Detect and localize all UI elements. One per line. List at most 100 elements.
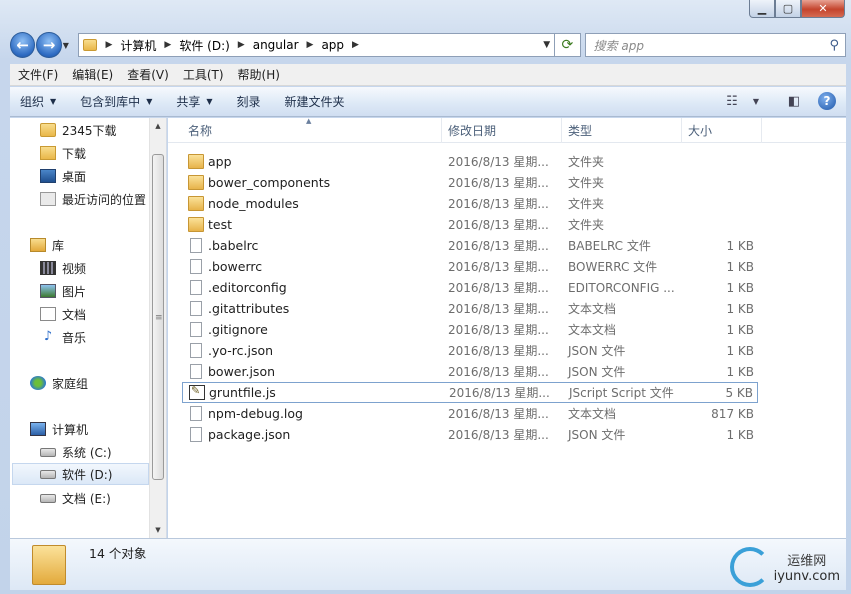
file-date: 2016/8/13 星期... [448, 302, 549, 316]
file-row[interactable]: app 2016/8/13 星期... 文件夹 [182, 151, 758, 172]
file-icon [190, 280, 202, 295]
file-row[interactable]: .editorconfig 2016/8/13 星期... EDITORCONFIG… [182, 277, 758, 298]
scrollbar-thumb[interactable]: ≡ [152, 154, 164, 480]
file-row[interactable]: bower.json 2016/8/13 星期... JSON 文件 1 KB [182, 361, 758, 382]
new-folder-button[interactable]: 新建文件夹 [285, 93, 345, 110]
menu-bar: 文件(F) 编辑(E) 查看(V) 工具(T) 帮助(H) [10, 64, 846, 86]
breadcrumb-end[interactable]: ▶ [344, 40, 367, 50]
file-row[interactable]: .gitignore 2016/8/13 星期... 文本文档 1 KB [182, 319, 758, 340]
breadcrumb-separator-icon[interactable]: ▶ [238, 40, 245, 50]
search-placeholder: 搜索 app [593, 38, 644, 53]
file-date: 2016/8/13 星期... [449, 386, 550, 400]
view-options-chevron-down-icon[interactable]: ▼ [746, 91, 766, 111]
file-type: JSON 文件 [568, 428, 626, 442]
file-name: bower_components [208, 175, 331, 190]
navigation-scrollbar[interactable]: ▲ ≡ ▼ [149, 118, 166, 538]
breadcrumb-computer[interactable]: ▶ 计算机 [97, 37, 156, 54]
file-row[interactable]: npm-debug.log 2016/8/13 星期... 文本文档 817 KB [182, 403, 758, 424]
breadcrumb-angular[interactable]: ▶ angular [230, 38, 299, 52]
file-size: 1 KB [726, 259, 754, 274]
breadcrumb-separator-icon[interactable]: ▶ [164, 40, 171, 50]
breadcrumb-separator-icon[interactable]: ▶ [307, 40, 314, 50]
file-name: test [208, 217, 233, 232]
address-bar[interactable]: ▶ 计算机 ▶ 软件 (D:) ▶ angular ▶ app ▶ ▼ [78, 33, 556, 57]
chevron-down-icon: ▼ [206, 97, 213, 106]
menu-tools[interactable]: 工具(T) [183, 66, 224, 83]
file-type: JSON 文件 [568, 365, 626, 379]
column-type[interactable]: 类型 [562, 118, 682, 143]
folder-icon [188, 196, 204, 211]
watermark-logo-icon [729, 547, 770, 587]
file-row[interactable]: bower_components 2016/8/13 星期... 文件夹 [182, 172, 758, 193]
file-row[interactable]: .babelrc 2016/8/13 星期... BABELRC 文件 1 KB [182, 235, 758, 256]
file-date: 2016/8/13 星期... [448, 428, 549, 442]
scroll-up-icon[interactable]: ▲ [150, 118, 166, 134]
folder-icon [188, 175, 204, 190]
breadcrumb-separator-icon[interactable]: ▶ [352, 40, 359, 50]
drive-icon [40, 493, 56, 503]
file-type: BOWERRC 文件 [568, 260, 658, 274]
nav-item-drive-d[interactable]: 软件 (D:) [12, 463, 149, 485]
file-icon [190, 364, 202, 379]
close-icon[interactable]: ✕ [801, 0, 845, 18]
file-date: 2016/8/13 星期... [448, 155, 549, 169]
breadcrumb-separator-icon[interactable]: ▶ [105, 40, 112, 50]
folder-icon [40, 123, 56, 137]
address-history-chevron-down-icon[interactable]: ▼ [543, 40, 550, 50]
burn-button[interactable]: 刻录 [237, 93, 261, 110]
organize-button[interactable]: 组织 ▼ [20, 93, 56, 110]
menu-help[interactable]: 帮助(H) [238, 66, 280, 83]
minimize-icon[interactable]: ▁ [749, 0, 775, 18]
maximize-icon[interactable]: ▢ [775, 0, 801, 18]
file-row[interactable]: test 2016/8/13 星期... 文件夹 [182, 214, 758, 235]
search-input[interactable]: 搜索 app ⚲ [584, 33, 846, 57]
document-icon [40, 307, 56, 321]
refresh-icon[interactable]: ⟳ [555, 33, 581, 57]
file-icon [190, 259, 202, 274]
file-date: 2016/8/13 星期... [448, 323, 549, 337]
file-size: 1 KB [726, 238, 754, 253]
file-name: npm-debug.log [208, 406, 303, 421]
item-count: 14 个对象 [89, 546, 147, 561]
help-icon[interactable]: ? [818, 92, 836, 110]
file-name: gruntfile.js [209, 385, 276, 400]
watermark: 运维网 iyunv.com [729, 547, 840, 587]
breadcrumb-app[interactable]: ▶ app [299, 38, 345, 52]
file-row[interactable]: .gitattributes 2016/8/13 星期... 文本文档 1 KB [182, 298, 758, 319]
search-icon[interactable]: ⚲ [829, 38, 839, 53]
breadcrumb-drive-d[interactable]: ▶ 软件 (D:) [156, 37, 229, 54]
column-name[interactable]: 名称 [182, 118, 442, 143]
drive-icon [40, 469, 56, 479]
file-date: 2016/8/13 星期... [448, 197, 549, 211]
file-size: 1 KB [726, 301, 754, 316]
file-date: 2016/8/13 星期... [448, 218, 549, 232]
video-icon [40, 261, 56, 275]
file-row[interactable]: .yo-rc.json 2016/8/13 星期... JSON 文件 1 KB [182, 340, 758, 361]
menu-view[interactable]: 查看(V) [127, 66, 169, 83]
file-size: 5 KB [725, 385, 753, 400]
file-row[interactable]: package.json 2016/8/13 星期... JSON 文件 1 KB [182, 424, 758, 445]
scroll-down-icon[interactable]: ▼ [150, 522, 166, 538]
forward-icon[interactable]: → [36, 32, 62, 58]
drive-icon [40, 447, 56, 457]
menu-file[interactable]: 文件(F) [18, 66, 58, 83]
file-type: 文本文档 [568, 323, 617, 337]
share-button[interactable]: 共享 ▼ [176, 93, 212, 110]
column-date-modified[interactable]: 修改日期 [442, 118, 562, 143]
view-options-icon[interactable]: ☷ [722, 91, 742, 111]
include-in-library-button[interactable]: 包含到库中 ▼ [80, 93, 152, 110]
file-row[interactable]: gruntfile.js 2016/8/13 星期... JScript Scrip… [182, 382, 758, 403]
file-name: app [208, 154, 232, 169]
folder-icon [83, 39, 98, 51]
recent-pages-chevron-down-icon[interactable]: ▼ [63, 41, 75, 50]
back-icon[interactable]: ← [10, 32, 36, 58]
preview-pane-icon[interactable]: ◧ [784, 91, 804, 111]
library-icon [30, 238, 46, 252]
menu-edit[interactable]: 编辑(E) [72, 66, 113, 83]
file-row[interactable]: .bowerrc 2016/8/13 星期... BOWERRC 文件 1 KB [182, 256, 758, 277]
file-name: node_modules [208, 196, 299, 211]
file-row[interactable]: node_modules 2016/8/13 星期... 文件夹 [182, 193, 758, 214]
window-controls: ▁ ▢ ✕ [749, 0, 845, 18]
folder-icon [188, 217, 204, 232]
column-size[interactable]: 大小 [682, 118, 762, 143]
